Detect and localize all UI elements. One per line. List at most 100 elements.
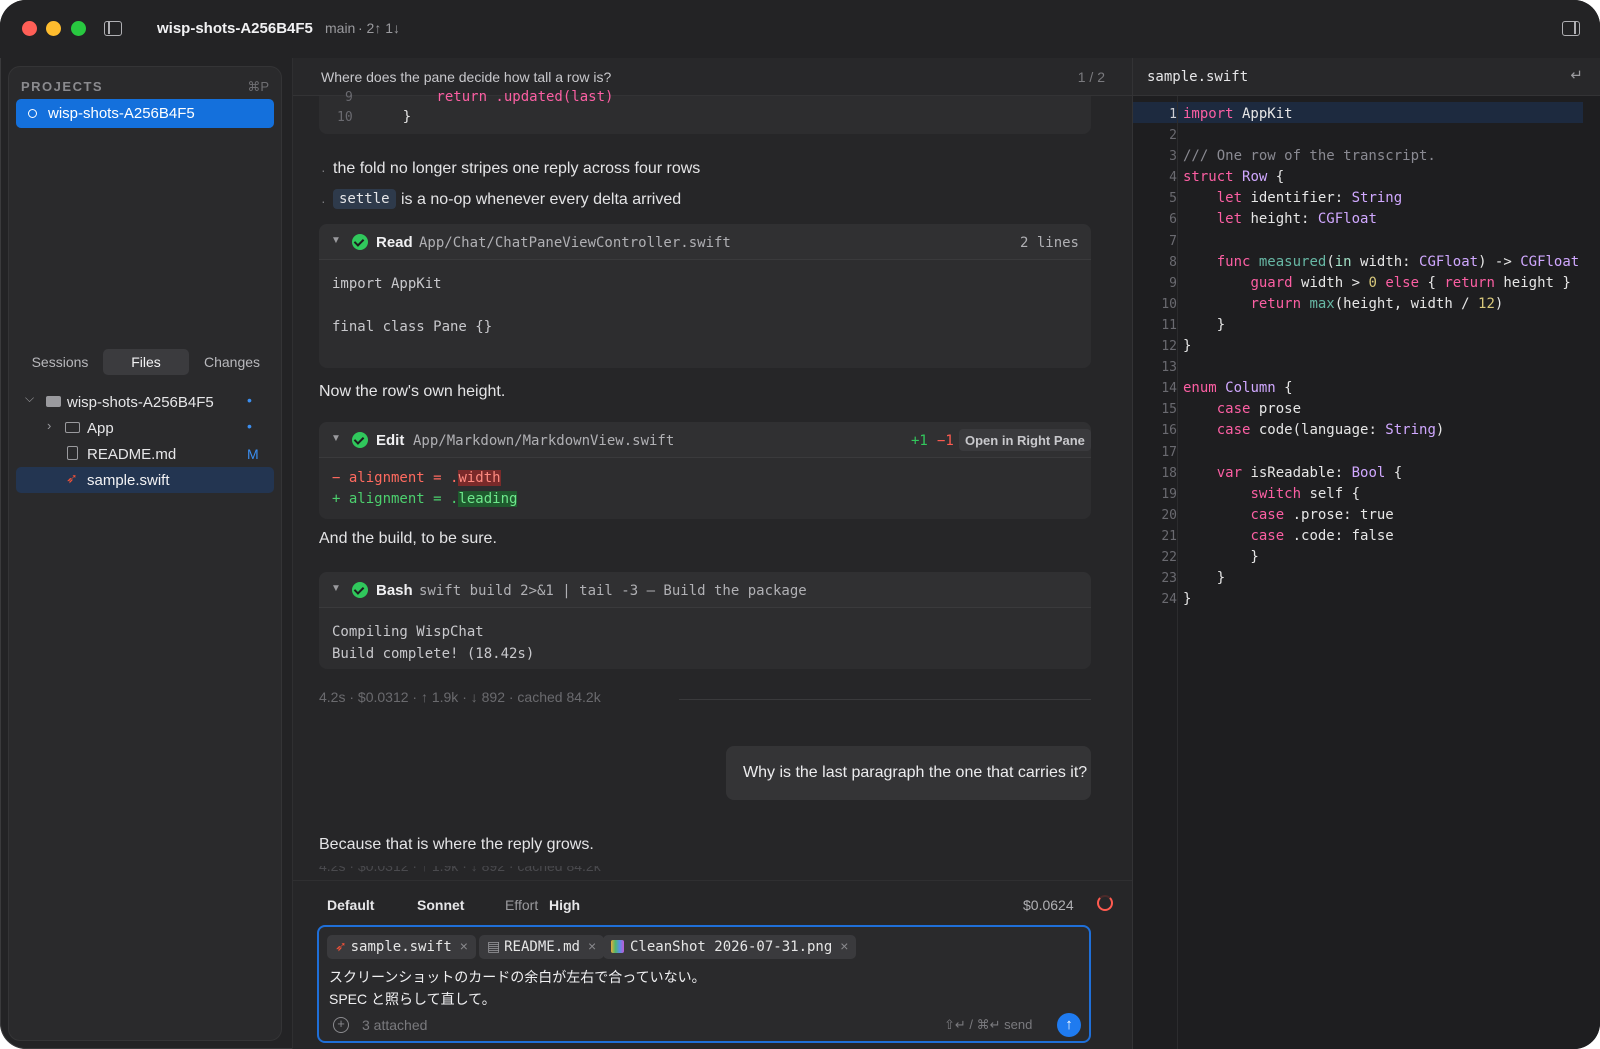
effort-selector[interactable]: High: [549, 897, 580, 913]
code-line: case .prose: true: [1250, 506, 1394, 523]
open-in-right-pane-button[interactable]: Open in Right Pane: [959, 429, 1091, 451]
message-paragraph: And the build, to be sure.: [319, 530, 497, 547]
input-text-line: SPEC と照らして直して。: [329, 991, 496, 1007]
line-number: 4: [1169, 170, 1177, 186]
attachment-chip[interactable]: ➶ sample.swift ×: [327, 935, 476, 959]
line-number: 18: [1161, 465, 1177, 481]
mode-selector[interactable]: Default: [327, 897, 374, 913]
chevron-down-icon[interactable]: ⌵: [25, 391, 34, 406]
line-number: 10: [337, 110, 353, 125]
code-line: func measured(in width: CGFloat) -> CGFl…: [1216, 253, 1580, 270]
sidebar-toggle-icon[interactable]: [104, 21, 122, 36]
edit-card-header[interactable]: ▼ Edit App/Markdown/MarkdownView.swift +…: [319, 422, 1091, 458]
code-line: case code(language: String): [1216, 422, 1445, 439]
attachment-chip[interactable]: ▤ README.md ×: [479, 935, 605, 959]
folder-icon: [46, 396, 61, 407]
tool-command: swift build 2>&1 | tail -3 — Build the p…: [419, 583, 807, 599]
bash-card-header[interactable]: ▼ Bash swift build 2>&1 | tail -3 — Buil…: [319, 572, 1091, 608]
tree-item-app[interactable]: › App •: [9, 415, 281, 441]
chevron-right-icon[interactable]: ›: [47, 418, 51, 433]
code-line: let height: CGFloat: [1216, 211, 1377, 228]
code-line: switch self {: [1250, 485, 1361, 502]
chat-pane: Where does the pane decide how tall a ro…: [292, 58, 1133, 1049]
close-window-button[interactable]: [22, 21, 37, 36]
tool-name: Bash: [376, 582, 413, 599]
bash-tool-card: ▼ Bash swift build 2>&1 | tail -3 — Buil…: [319, 572, 1091, 669]
attachment-chip[interactable]: CleanShot 2026-07-31.png ×: [603, 935, 857, 959]
model-selector[interactable]: Sonnet: [417, 897, 464, 913]
add-attachment-icon[interactable]: +: [333, 1017, 349, 1033]
image-thumbnail-icon: [611, 940, 624, 953]
divider: [679, 699, 1091, 700]
tab-files[interactable]: Files: [103, 349, 189, 375]
tree-item-sample-swift[interactable]: ➶ sample.swift: [16, 467, 274, 493]
remove-attachment-icon[interactable]: ×: [588, 938, 596, 954]
code-line: let identifier: String: [1216, 190, 1403, 207]
message-paragraph: Because that is where the reply grows.: [319, 836, 594, 853]
collapse-icon[interactable]: ▼: [331, 235, 341, 246]
read-card-header[interactable]: ▼ Read App/Chat/ChatPaneViewController.s…: [319, 224, 1091, 260]
repo-title: wisp-shots-A256B4F5: [157, 20, 313, 37]
read-tool-card: ▼ Read App/Chat/ChatPaneViewController.s…: [319, 224, 1091, 368]
code-line: }: [369, 109, 412, 125]
question-counter[interactable]: 1 / 2: [1078, 69, 1105, 85]
tab-sessions[interactable]: Sessions: [17, 349, 103, 375]
tab-changes[interactable]: Changes: [189, 349, 275, 375]
swift-icon: ➶: [66, 470, 78, 486]
line-number: 6: [1169, 212, 1177, 228]
tree-item-readme[interactable]: README.md M: [9, 441, 281, 467]
line-number: 2: [1169, 128, 1177, 144]
project-item-active[interactable]: wisp-shots-A256B4F5: [16, 99, 274, 128]
line-number: 17: [1161, 444, 1177, 460]
remove-attachment-icon[interactable]: ×: [840, 938, 848, 954]
collapse-icon[interactable]: ▼: [331, 583, 341, 594]
tool-meta: 2 lines: [1019, 235, 1079, 251]
line-number: 21: [1161, 528, 1177, 544]
projects-shortcut: ⌘P: [247, 79, 269, 94]
diff-text: + alignment = .: [332, 491, 459, 507]
branch-name[interactable]: main: [325, 20, 355, 36]
send-button[interactable]: ↑: [1057, 1013, 1081, 1037]
tree-label: App: [87, 420, 114, 437]
tree-item-root[interactable]: ⌵ wisp-shots-A256B4F5 •: [9, 389, 281, 415]
success-check-icon: [352, 234, 368, 250]
swift-icon: ➶: [335, 938, 351, 954]
tool-path: App/Markdown/MarkdownView.swift: [413, 433, 675, 449]
composer-input[interactable]: ➶ sample.swift × ▤ README.md × CleanShot 2…: [317, 925, 1091, 1043]
line-number: 3: [1169, 149, 1177, 165]
lines-removed: −1: [937, 433, 954, 449]
bullet-text: the fold no longer stripes one reply acr…: [333, 160, 701, 177]
code-editor[interactable]: 1 import AppKit 2 3 /// One row of the tra…: [1133, 96, 1600, 1049]
bullet-dot: ·: [321, 193, 326, 209]
line-number: 7: [1169, 233, 1177, 249]
collapse-icon[interactable]: ▼: [331, 433, 341, 444]
tool-path: App/Chat/ChatPaneViewController.swift: [419, 235, 731, 251]
line-number: 1: [1169, 107, 1177, 122]
titlebar: wisp-shots-A256B4F5 main · 2↑ 1↓: [0, 0, 1600, 58]
lines-added: +1: [911, 433, 928, 449]
minimize-window-button[interactable]: [46, 21, 61, 36]
user-message-text: Why is the last paragraph the one that c…: [743, 764, 1088, 781]
sidebar: PROJECTS ⌘P wisp-shots-A256B4F5 Sessions…: [8, 66, 282, 1041]
right-pane-toggle-icon[interactable]: [1562, 21, 1580, 36]
sync-status: · 2↑ 1↓: [358, 20, 401, 36]
remove-attachment-icon[interactable]: ×: [460, 938, 468, 954]
code-line: }: [1183, 338, 1192, 355]
context-usage-ring-icon[interactable]: [1097, 895, 1113, 911]
attachment-name: sample.swift: [350, 939, 452, 955]
turn-stats: 4.2s · $0.0312 · ↑ 1.9k · ↓ 892 · cached…: [319, 689, 601, 705]
app-window: wisp-shots-A256B4F5 main · 2↑ 1↓ PROJECT…: [0, 0, 1600, 1049]
send-hint: ⇧↵ / ⌘↵ send: [944, 1017, 1033, 1032]
project-status-icon: [28, 109, 37, 118]
line-number: 20: [1161, 507, 1177, 523]
project-name: wisp-shots-A256B4F5: [48, 105, 195, 122]
code-line: case prose: [1216, 401, 1302, 418]
question-title: Where does the pane decide how tall a ro…: [321, 69, 612, 85]
output-line: final class Pane {}: [332, 319, 493, 335]
code-line: case .code: false: [1250, 527, 1394, 544]
line-number: 24: [1161, 592, 1177, 608]
code-block: 9 return .updated(last) 10 }: [319, 89, 1091, 134]
return-icon[interactable]: ↵: [1570, 66, 1583, 84]
zoom-window-button[interactable]: [71, 21, 86, 36]
tree-label: wisp-shots-A256B4F5: [67, 394, 214, 411]
